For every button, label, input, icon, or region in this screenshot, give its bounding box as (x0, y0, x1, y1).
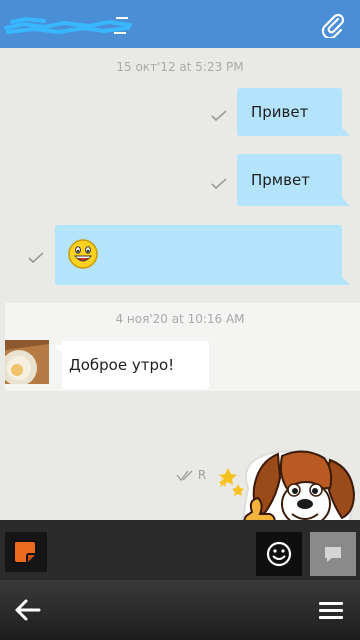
date-separator: 4 ноя'20 at 10:16 AM (115, 312, 245, 326)
paperclip-icon[interactable] (320, 12, 346, 38)
double-check-icon (176, 470, 193, 481)
sticker-button[interactable] (5, 532, 47, 572)
message-text: Привет (251, 102, 309, 121)
navigation-bar (0, 580, 360, 640)
message-text: Доброе утро! (69, 356, 175, 374)
thumbs-up-dog-sticker[interactable] (218, 448, 360, 520)
outgoing-message[interactable] (55, 225, 350, 285)
emoji-button[interactable] (256, 532, 302, 576)
message-text: Прмвет (251, 170, 310, 189)
hamburger-menu-icon[interactable] (318, 600, 344, 622)
contact-avatar[interactable] (5, 340, 49, 384)
send-button[interactable] (310, 532, 356, 576)
message-list[interactable]: 15 окт'12 at 5:23 PM Привет Прмвет 4 ноя… (0, 48, 360, 520)
sticker-icon (13, 540, 37, 564)
redacted-title-scribble (4, 16, 132, 35)
chat-title[interactable] (4, 10, 134, 36)
read-receipt-label: R (197, 468, 207, 482)
chat-header (0, 0, 360, 48)
input-bar (0, 520, 360, 580)
sent-check-icon (211, 110, 227, 122)
smiley-icon (266, 541, 292, 567)
sent-check-icon (211, 178, 227, 190)
outgoing-message[interactable]: Прмвет (237, 154, 350, 206)
outgoing-message[interactable]: Привет (237, 88, 350, 136)
grinning-face-icon (68, 239, 98, 269)
date-separator: 15 окт'12 at 5:23 PM (116, 60, 244, 74)
avatar-image (5, 340, 49, 384)
speech-bubble-icon (325, 547, 341, 562)
back-arrow-icon[interactable] (12, 596, 42, 624)
sent-check-icon (28, 252, 44, 264)
read-receipt: R (176, 468, 206, 482)
incoming-message[interactable]: Доброе утро! (54, 341, 209, 389)
